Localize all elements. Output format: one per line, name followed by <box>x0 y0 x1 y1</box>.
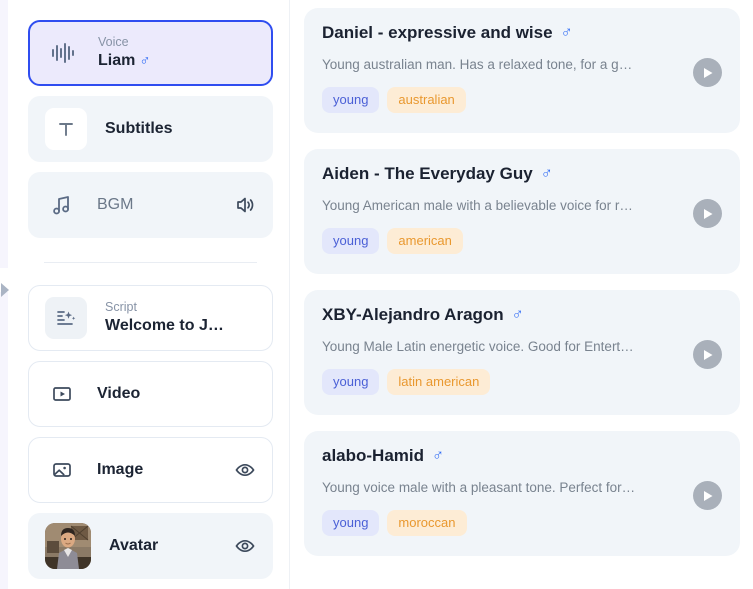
play-icon <box>704 67 713 78</box>
male-gender-icon: ♂ <box>139 52 151 69</box>
sidebar-item-script-label: Welcome to J… <box>105 317 224 334</box>
male-gender-icon: ♂ <box>560 24 573 41</box>
sidebar-item-image[interactable]: Image <box>28 437 273 503</box>
voice-card-title: Daniel - expressive and wise ♂ <box>322 22 722 44</box>
sidebar-item-script-sublabel: Script <box>105 300 137 314</box>
voice-tag-accent[interactable]: australian <box>387 87 466 113</box>
voice-card-title: alabo-Hamid ♂ <box>322 445 722 467</box>
eye-icon[interactable] <box>234 535 256 557</box>
voice-tag-age[interactable]: young <box>322 510 380 536</box>
video-play-icon <box>45 377 79 411</box>
sidebar-item-avatar[interactable]: Avatar <box>28 513 273 579</box>
voice-card-title: Aiden - The Everyday Guy ♂ <box>322 163 722 185</box>
avatar <box>45 523 91 569</box>
voice-card[interactable]: Aiden - The Everyday Guy ♂ Young America… <box>304 149 740 274</box>
voice-card-name: Daniel - expressive and wise <box>322 23 553 42</box>
voice-card-title: XBY-Alejandro Aragon ♂ <box>322 304 722 326</box>
voice-tag-age[interactable]: young <box>322 228 380 254</box>
sidebar-item-video-text: Video <box>97 384 140 404</box>
play-button[interactable] <box>693 58 722 87</box>
waveform-icon <box>46 36 80 70</box>
voice-card-tags: young moroccan <box>322 510 722 536</box>
chevron-right-icon <box>1 283 10 297</box>
voice-name: Liam <box>98 52 136 69</box>
sidebar-item-voice[interactable]: Voice Liam ♂ <box>28 20 273 86</box>
voice-card-description: Young australian man. Has a relaxed tone… <box>322 57 633 72</box>
voice-card-name: alabo-Hamid <box>322 446 425 465</box>
play-icon <box>704 349 713 360</box>
eye-icon[interactable] <box>234 459 256 481</box>
sidebar-item-script-text: Script Welcome to J… <box>105 300 224 336</box>
voice-list-panel[interactable]: Daniel - expressive and wise ♂ Young aus… <box>291 0 753 589</box>
sidebar-item-subtitles-label: Subtitles <box>105 120 173 137</box>
male-gender-icon: ♂ <box>511 306 524 323</box>
sidebar-collapse-handle[interactable] <box>0 282 11 298</box>
voice-tag-age[interactable]: young <box>322 369 380 395</box>
play-button[interactable] <box>693 340 722 369</box>
sidebar-item-image-label: Image <box>97 461 144 478</box>
image-icon <box>45 453 79 487</box>
voice-card-tags: young american <box>322 228 722 254</box>
voice-card[interactable]: alabo-Hamid ♂ Young voice male with a pl… <box>304 431 740 556</box>
play-button[interactable] <box>693 481 722 510</box>
sidebar-item-subtitles[interactable]: Subtitles <box>28 96 273 162</box>
sidebar-item-avatar-text: Avatar <box>109 536 158 556</box>
music-note-icon <box>45 188 79 222</box>
male-gender-icon: ♂ <box>432 447 445 464</box>
sidebar-item-voice-text: Voice Liam ♂ <box>98 35 151 71</box>
voice-card[interactable]: XBY-Alejandro Aragon ♂ Young Male Latin … <box>304 290 740 415</box>
play-icon <box>704 208 713 219</box>
text-t-icon <box>45 108 87 150</box>
sidebar-item-bgm-text: BGM <box>97 195 133 215</box>
sidebar-item-subtitles-text: Subtitles <box>105 119 173 139</box>
sidebar-item-voice-label: Liam ♂ <box>98 51 151 71</box>
voice-card-description: Young voice male with a pleasant tone. P… <box>322 480 636 495</box>
speaker-icon[interactable] <box>234 194 256 216</box>
sidebar-item-script[interactable]: Script Welcome to J… <box>28 285 273 351</box>
app-root: Voice Liam ♂ Subtitles BGM Script Welcom… <box>0 0 753 589</box>
voice-card-description: Young Male Latin energetic voice. Good f… <box>322 339 634 354</box>
voice-tag-accent[interactable]: latin american <box>387 369 491 395</box>
sidebar-item-video[interactable]: Video <box>28 361 273 427</box>
voice-tag-age[interactable]: young <box>322 87 380 113</box>
sidebar-item-bgm-label: BGM <box>97 196 134 213</box>
sidebar-item-voice-sublabel: Voice <box>98 35 129 49</box>
ai-script-icon <box>45 297 87 339</box>
voice-card-tags: young australian <box>322 87 722 113</box>
voice-card-name: XBY-Alejandro Aragon <box>322 305 504 324</box>
play-icon <box>704 490 713 501</box>
voice-card-name: Aiden - The Everyday Guy <box>322 164 533 183</box>
sidebar-item-bgm[interactable]: BGM <box>28 172 273 238</box>
voice-card[interactable]: Daniel - expressive and wise ♂ Young aus… <box>304 8 740 133</box>
play-button[interactable] <box>693 199 722 228</box>
male-gender-icon: ♂ <box>540 165 553 182</box>
sidebar-divider <box>44 262 257 263</box>
editor-sidebar: Voice Liam ♂ Subtitles BGM Script Welcom… <box>12 0 290 589</box>
sidebar-item-video-label: Video <box>97 385 141 402</box>
sidebar-item-avatar-label: Avatar <box>109 537 159 554</box>
voice-card-tags: young latin american <box>322 369 722 395</box>
voice-card-description: Young American male with a believable vo… <box>322 198 633 213</box>
sidebar-item-image-text: Image <box>97 460 143 480</box>
sidebar-item-list: Voice Liam ♂ Subtitles BGM Script Welcom… <box>12 20 289 579</box>
voice-tag-accent[interactable]: moroccan <box>387 510 467 536</box>
voice-tag-accent[interactable]: american <box>387 228 463 254</box>
